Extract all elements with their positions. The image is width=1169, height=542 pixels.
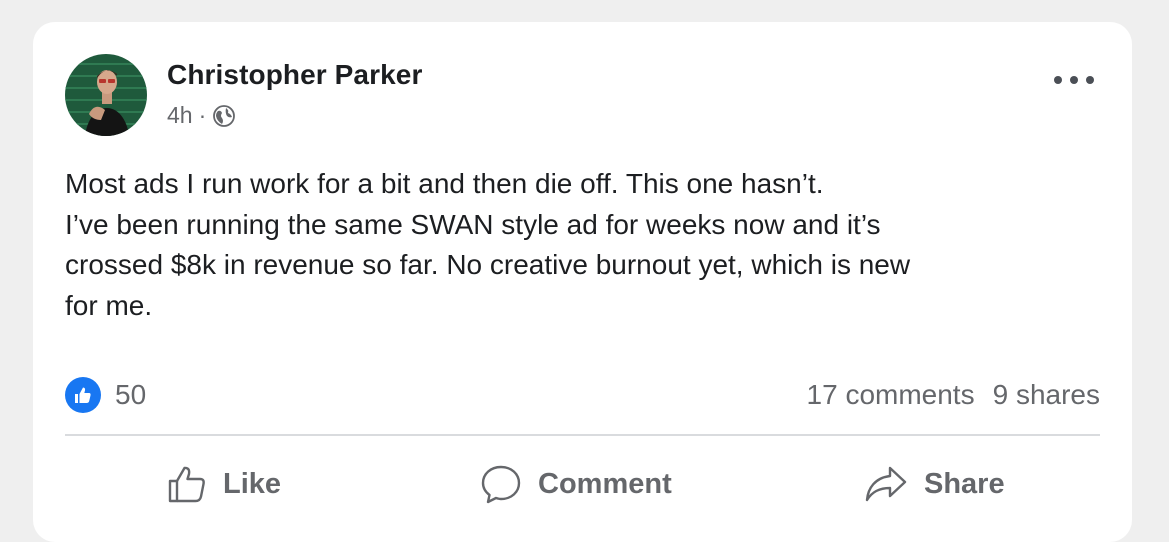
share-label: Share (924, 467, 1005, 500)
post-text-line: for me. (65, 289, 153, 321)
more-horizontal-icon (1054, 76, 1062, 84)
share-button[interactable]: Share (864, 462, 1005, 506)
shares-count[interactable]: 9 shares (993, 379, 1100, 411)
like-button[interactable]: Like (167, 462, 281, 506)
thumbs-up-icon (168, 466, 205, 503)
share-arrow-icon (865, 466, 907, 502)
action-bar: Like Comment Share (65, 462, 1100, 506)
post-time[interactable]: 4h (167, 102, 193, 129)
like-label: Like (223, 467, 282, 500)
reaction-count: 50 (115, 379, 147, 410)
meta-separator: · (198, 102, 207, 128)
divider (65, 434, 1100, 436)
comments-count[interactable]: 17 comments (807, 379, 975, 411)
engagement-counts: 17 comments 9 shares (807, 379, 1100, 411)
reaction-summary[interactable]: 50 (65, 377, 146, 413)
more-options-button[interactable] (1054, 70, 1094, 90)
comment-label: Comment (538, 467, 672, 500)
like-reaction-icon (65, 377, 101, 413)
post-text-line: Most ads I run work for a bit and then d… (65, 168, 824, 199)
comment-button[interactable]: Comment (480, 462, 672, 506)
author-name[interactable]: Christopher Parker (167, 59, 422, 91)
comment-icon (481, 465, 521, 504)
post-text-line: crossed $8k in revenue so far. No creati… (65, 249, 911, 280)
post-text-line: I’ve been running the same SWAN style ad… (65, 208, 881, 240)
avatar[interactable] (65, 54, 147, 136)
globe-icon (212, 104, 236, 128)
post-text: Most ads I run work for a bit and then d… (65, 164, 1085, 326)
post-card: Christopher Parker 4h · Most ads I run w… (33, 22, 1132, 542)
post-meta: 4h · (167, 102, 236, 129)
